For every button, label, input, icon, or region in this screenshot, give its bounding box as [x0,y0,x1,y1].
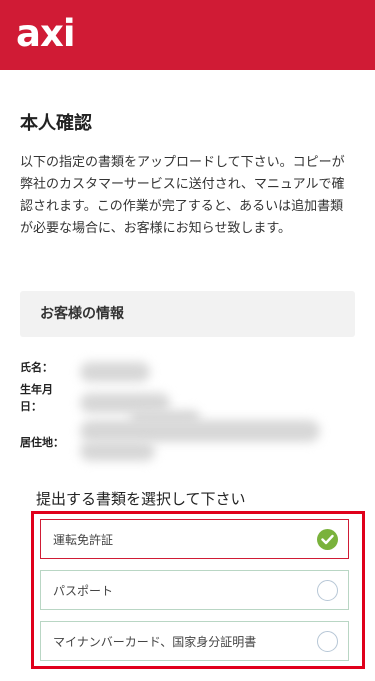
intro-text: 以下の指定の書類をアップロードして下さい。コピーが弊社のカスタマーサービスに送付… [20,155,345,236]
option-label: パスポート [53,584,114,598]
address-value-redacted [80,420,320,442]
radio-empty-icon[interactable] [317,580,338,601]
option-label: 運転免許証 [53,533,114,547]
axi-logo[interactable]: axi [16,12,76,56]
page-title: 本人確認 [20,113,92,134]
option-label: マイナンバーカード、国家身分証明書 [53,635,257,649]
name-value-redacted [80,362,150,382]
name-label: 氏名： [20,361,53,374]
option-drivers-license[interactable]: 運転免許証 [40,519,349,559]
customer-info-header: お客様の情報 [20,291,355,337]
app-header: axi [0,0,375,70]
radio-empty-icon[interactable] [317,631,338,652]
option-mynumber-card[interactable]: マイナンバーカード、国家身分証明書 [40,621,349,661]
address-label: 居住地： [20,436,64,449]
birthdate-label: 生年月日： [20,383,53,413]
address-value-redacted-2 [80,441,155,461]
document-select-title: 提出する書類を選択して下さい [36,490,246,508]
option-passport[interactable]: パスポート [40,570,349,610]
check-circle-icon [317,529,338,550]
customer-info-title: お客様の情報 [40,306,124,322]
